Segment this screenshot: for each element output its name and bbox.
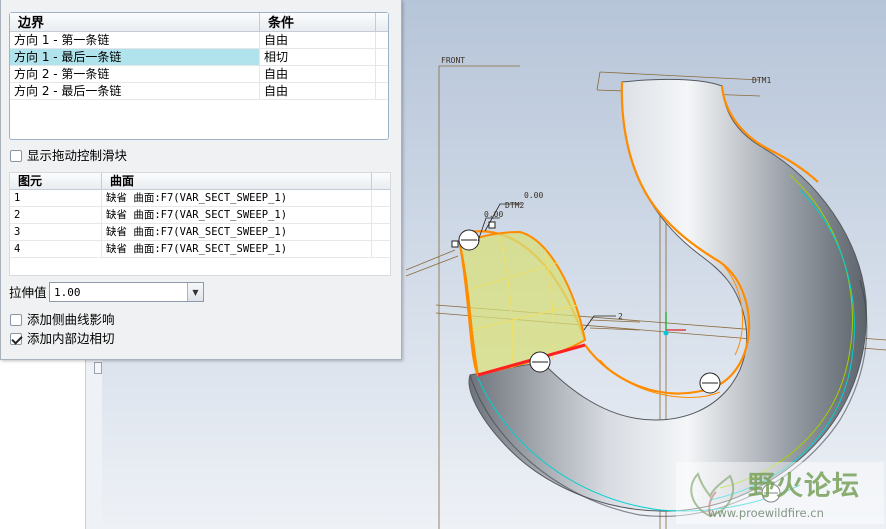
element-id: 2 — [10, 207, 102, 223]
annotation-1[interactable]: 0.00 — [524, 191, 543, 200]
boundary-name: 方向 2 - 最后一条链 — [10, 83, 260, 99]
show-drag-handles-label: 显示拖动控制滑块 — [27, 148, 128, 163]
surface-ref[interactable]: 缺省 曲面:F7(VAR_SECT_SWEEP_1) — [102, 224, 372, 240]
stretch-value[interactable]: 1.00 — [50, 286, 187, 299]
datum-label-dtm2: DTM2 — [505, 201, 524, 210]
surface-ref[interactable]: 缺省 曲面:F7(VAR_SECT_SWEEP_1) — [102, 207, 372, 223]
strip-divider — [86, 360, 102, 529]
left-navigator-strip — [0, 360, 86, 529]
surface-table-header: 图元 曲面 — [10, 173, 390, 190]
boundary-row[interactable]: 方向 2 - 最后一条链 自由 — [10, 83, 388, 100]
show-drag-handles-checkbox[interactable] — [10, 150, 22, 162]
annotation-3[interactable]: 2 — [618, 312, 623, 321]
watermark-url: www.proewildfire.cn — [708, 506, 824, 520]
element-id: 1 — [10, 190, 102, 206]
header-element[interactable]: 图元 — [10, 173, 102, 189]
boundary-row[interactable]: 方向 2 - 第一条链 自由 — [10, 66, 388, 83]
boundary-row-selected[interactable]: 方向 1 - 最后一条链 相切 — [10, 49, 388, 66]
element-id: 4 — [10, 241, 102, 257]
surface-row[interactable]: 1 缺省 曲面:F7(VAR_SECT_SWEEP_1) — [10, 190, 390, 207]
stretch-value-label: 拉伸值 — [9, 285, 47, 300]
datum-label-dtm1: DTM1 — [752, 76, 771, 85]
boundary-table-header: 边界 条件 — [10, 13, 388, 32]
add-side-curve-label: 添加侧曲线影响 — [27, 312, 115, 327]
boundary-condition[interactable]: 自由 — [260, 83, 376, 99]
dropdown-arrow-icon[interactable]: ▼ — [187, 283, 203, 301]
annotation-2[interactable]: 0.00 — [484, 210, 503, 219]
boundary-blend-panel: 边界 条件 方向 1 - 第一条链 自由 方向 1 - 最后一条链 相切 方向 … — [0, 0, 402, 360]
datum-label-front: FRONT — [441, 56, 465, 65]
header-boundary[interactable]: 边界 — [10, 13, 260, 31]
add-side-curve-checkbox[interactable] — [10, 314, 22, 326]
scrollbar-nub[interactable] — [94, 362, 102, 374]
add-side-curve-option[interactable]: 添加侧曲线影响 — [10, 312, 115, 328]
header-condition[interactable]: 条件 — [260, 13, 376, 31]
add-inner-tangent-label: 添加内部边相切 — [27, 331, 115, 346]
boundary-row[interactable]: 方向 1 - 第一条链 自由 — [10, 32, 388, 49]
header-surface[interactable]: 曲面 — [102, 173, 372, 189]
add-inner-tangent-checkbox[interactable] — [10, 333, 22, 345]
stretch-value-dropdown[interactable]: 1.00 ▼ — [49, 282, 204, 302]
surface-row[interactable]: 2 缺省 曲面:F7(VAR_SECT_SWEEP_1) — [10, 207, 390, 224]
add-inner-tangent-option[interactable]: 添加内部边相切 — [10, 331, 115, 347]
surface-table: 图元 曲面 1 缺省 曲面:F7(VAR_SECT_SWEEP_1) 2 缺省 … — [9, 172, 391, 276]
boundary-name: 方向 1 - 第一条链 — [10, 32, 260, 48]
surface-ref[interactable]: 缺省 曲面:F7(VAR_SECT_SWEEP_1) — [102, 190, 372, 206]
boundary-condition[interactable]: 相切 — [260, 49, 376, 65]
surface-row[interactable]: 3 缺省 曲面:F7(VAR_SECT_SWEEP_1) — [10, 224, 390, 241]
watermark-title: 野火论坛 — [748, 471, 860, 502]
surface-row[interactable]: 4 缺省 曲面:F7(VAR_SECT_SWEEP_1) — [10, 241, 390, 258]
boundary-condition[interactable]: 自由 — [260, 66, 376, 82]
boundary-name: 方向 2 - 第一条链 — [10, 66, 260, 82]
element-id: 3 — [10, 224, 102, 240]
boundary-table: 边界 条件 方向 1 - 第一条链 自由 方向 1 - 最后一条链 相切 方向 … — [9, 12, 389, 140]
blend-surface-preview — [458, 230, 587, 377]
surface-ref[interactable]: 缺省 曲面:F7(VAR_SECT_SWEEP_1) — [102, 241, 372, 257]
show-drag-handles-option[interactable]: 显示拖动控制滑块 — [10, 148, 127, 164]
boundary-condition[interactable]: 自由 — [260, 32, 376, 48]
boundary-name: 方向 1 - 最后一条链 — [10, 49, 260, 65]
